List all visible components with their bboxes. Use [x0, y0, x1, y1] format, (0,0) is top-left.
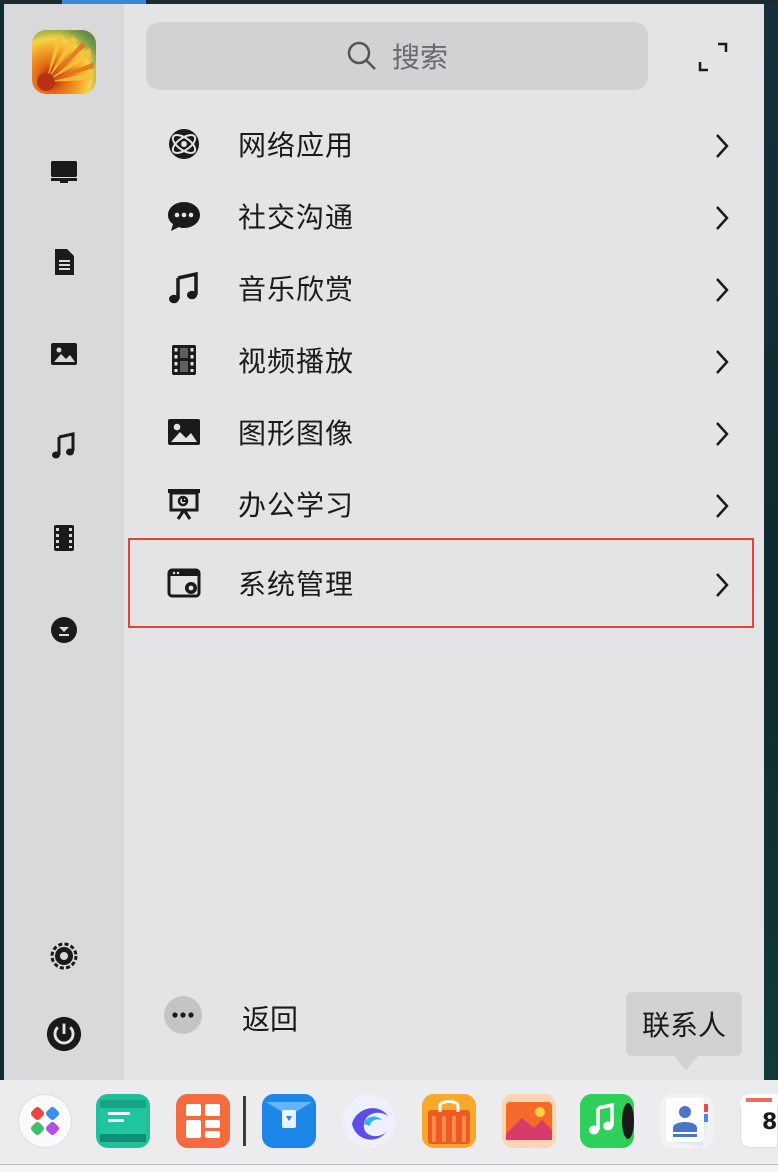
category-office[interactable]: 办公学习 [130, 468, 750, 540]
browser-app[interactable] [342, 1094, 396, 1148]
left-sidebar [4, 4, 124, 1080]
chevron-right-icon [710, 420, 734, 446]
file-manager-app[interactable] [96, 1094, 150, 1148]
contacts-app[interactable] [660, 1094, 714, 1148]
tooltip-arrow [674, 1056, 698, 1070]
computer-icon[interactable] [48, 156, 80, 188]
film-icon[interactable] [48, 522, 80, 554]
chevron-right-icon [710, 571, 734, 597]
chevron-right-icon [710, 204, 734, 230]
power-icon[interactable] [44, 1014, 84, 1054]
chevron-right-icon [710, 132, 734, 158]
taskbar-dock: 8 [0, 1080, 778, 1172]
fullscreen-expand-icon[interactable] [696, 40, 730, 74]
search-icon [347, 41, 376, 70]
dock-tooltip: 联系人 [626, 992, 742, 1056]
category-label: 系统管理 [238, 568, 355, 601]
chevron-right-icon [710, 492, 734, 518]
back-label: 返回 [242, 1003, 299, 1036]
launcher-panel: 搜索 网络应用 社交沟通 音乐欣赏 视频播放 图形图像 办公学习 系统管理 返回 [4, 4, 764, 1080]
category-label: 音乐欣赏 [238, 273, 355, 306]
system-settings-window-icon [164, 563, 204, 603]
chat-bubble-icon [164, 196, 204, 236]
category-video[interactable]: 视频播放 [130, 324, 750, 396]
user-avatar[interactable] [32, 30, 96, 94]
desktop-background [764, 0, 778, 1080]
category-label: 网络应用 [238, 129, 355, 162]
film-icon [164, 340, 204, 380]
mail-app[interactable] [262, 1094, 316, 1148]
music-note-icon[interactable] [48, 430, 80, 462]
calendar-day: 8 [762, 1110, 778, 1135]
music-note-icon [164, 268, 204, 308]
music-app[interactable] [580, 1094, 634, 1148]
category-label: 办公学习 [238, 489, 355, 522]
presentation-board-icon [164, 484, 204, 524]
dock-separator [243, 1096, 246, 1146]
category-label: 视频播放 [238, 345, 355, 378]
download-icon[interactable] [48, 614, 80, 646]
category-network[interactable]: 网络应用 [130, 108, 750, 180]
launcher-app[interactable] [18, 1094, 72, 1148]
network-globe-icon [164, 124, 204, 164]
app-store-grid-app[interactable] [176, 1094, 230, 1148]
screen-bottom-edge [0, 1164, 778, 1172]
chevron-right-icon [710, 276, 734, 302]
category-system-management[interactable]: 系统管理 [128, 538, 754, 628]
search-placeholder: 搜索 [391, 41, 448, 74]
shop-app[interactable] [422, 1094, 476, 1148]
more-dots-icon [164, 996, 202, 1034]
calendar-app[interactable]: 8 [740, 1094, 778, 1148]
image-icon [164, 412, 204, 452]
image-icon[interactable] [48, 338, 80, 370]
search-input[interactable]: 搜索 [146, 22, 648, 90]
chevron-right-icon [710, 348, 734, 374]
category-music[interactable]: 音乐欣赏 [130, 252, 750, 324]
document-icon[interactable] [48, 246, 80, 278]
back-button[interactable]: 返回 [164, 996, 464, 1036]
category-social[interactable]: 社交沟通 [130, 180, 750, 252]
category-label: 图形图像 [238, 417, 355, 450]
photos-app[interactable] [502, 1094, 556, 1148]
category-label: 社交沟通 [238, 201, 355, 234]
category-graphics[interactable]: 图形图像 [130, 396, 750, 468]
settings-gear-icon[interactable] [48, 940, 80, 972]
